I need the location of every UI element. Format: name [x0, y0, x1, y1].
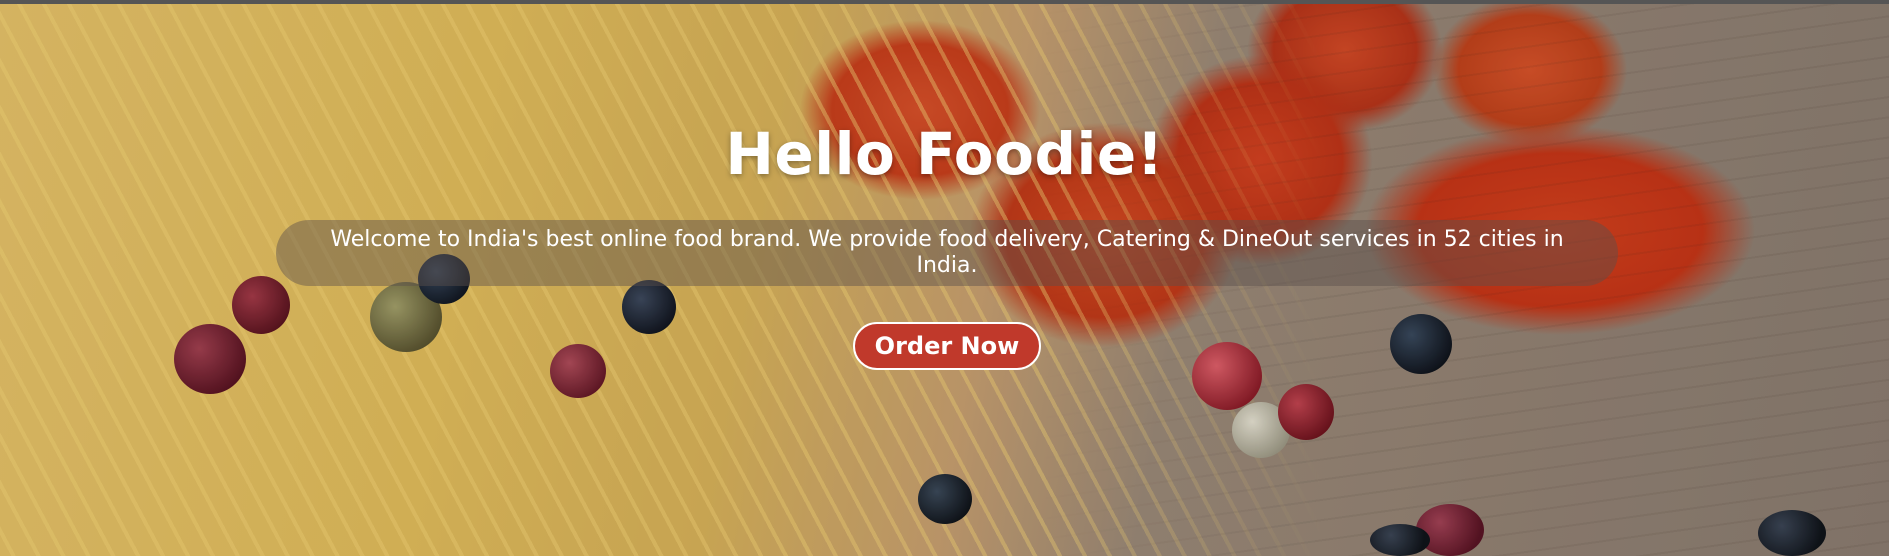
hero-tagline: Welcome to India's best online food bran…	[330, 227, 1564, 278]
hero-title: Hello Foodie!	[725, 120, 1164, 188]
tagline-container: Welcome to India's best online food bran…	[276, 220, 1618, 286]
top-border	[0, 0, 1889, 4]
hero-banner: Hello Foodie! Welcome to India's best on…	[0, 0, 1889, 556]
order-now-button[interactable]: Order Now	[853, 322, 1041, 370]
